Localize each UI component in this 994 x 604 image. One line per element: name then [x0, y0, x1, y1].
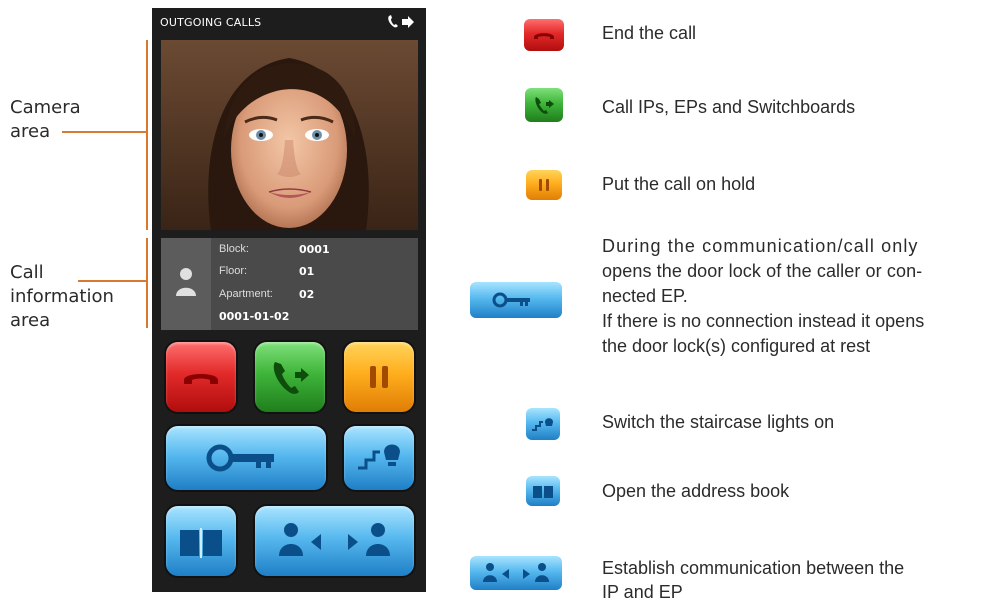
legend-connect-line-2: IP and EP: [602, 582, 683, 602]
call-info-bracket: [146, 238, 148, 328]
legend-door-lock-line-2: opens the door lock of the caller or con…: [602, 261, 923, 281]
camera-view: [161, 40, 418, 230]
legend-door-lock-line-1: During the communication/call only: [602, 236, 919, 256]
screen-header: OUTGOING CALLS: [152, 8, 426, 36]
legend-door-lock-line-4: If there is no connection instead it ope…: [602, 311, 925, 331]
legend-door-lock-text: During the communication/call only opens…: [602, 234, 994, 359]
block-value: 0001: [299, 243, 330, 256]
legend-door-lock-line-5: the door lock(s) configured at rest: [602, 336, 871, 356]
camera-area-bracket: [146, 40, 148, 230]
floor-value: 01: [299, 265, 315, 278]
hangup-icon: [184, 374, 218, 384]
book-icon: [180, 528, 222, 558]
block-label: Block:: [219, 243, 249, 255]
caller-video-icon: [161, 40, 418, 230]
intercom-screen: OUTGOING CALLS Block: 0001 Floor: 01 Apa…: [152, 8, 426, 592]
pause-icon: [370, 366, 388, 388]
hold-button[interactable]: [344, 342, 414, 412]
legend-book-icon: [526, 476, 560, 506]
legend-door-lock-line-3: nected EP.: [602, 286, 688, 306]
avatar: [161, 238, 211, 330]
person-icon: [176, 268, 196, 296]
legend-connect-line-1: Establish communication between the: [602, 558, 905, 578]
end-call-button[interactable]: [166, 342, 236, 412]
stairs-light-icon: [358, 444, 400, 470]
legend-hold-text: Put the call on hold: [602, 174, 756, 194]
legend-call-icon: [525, 88, 563, 122]
legend-connect-text: Establish communication between the IP a…: [602, 556, 904, 604]
legend-address-book-text: Open the address book: [602, 481, 790, 501]
address-book-button[interactable]: [166, 506, 236, 576]
legend-staircase-text: Switch the staircase lights on: [602, 412, 835, 432]
legend-end-call-icon: [524, 19, 564, 51]
call-info-panel: Block: 0001 Floor: 01 Apartment: 02 0001…: [161, 238, 418, 330]
connect-ip-ep-button[interactable]: [255, 506, 414, 576]
call-info-leader: [78, 280, 146, 282]
persons-connect-icon: [279, 523, 390, 556]
apartment-value: 02: [299, 288, 315, 301]
legend-key-icon: [470, 282, 562, 318]
call-button[interactable]: [255, 342, 325, 412]
legend-stairs-icon: [526, 408, 560, 440]
staircase-lights-button[interactable]: [344, 426, 414, 490]
camera-area-leader: [62, 131, 146, 133]
door-lock-button[interactable]: [166, 426, 326, 490]
outgoing-call-icon: [386, 14, 416, 30]
full-code: 0001-01-02: [219, 310, 290, 323]
legend-call-text: Call IPs, EPs and Switchboards: [602, 97, 856, 117]
apartment-label: Apartment:: [219, 288, 273, 300]
legend-end-call-text: End the call: [602, 23, 697, 43]
call-info-area-label: Call information area: [10, 262, 114, 331]
key-icon: [206, 444, 274, 472]
legend-connect-icon: [470, 556, 562, 590]
floor-label: Floor:: [219, 265, 248, 277]
legend-hold-icon: [526, 170, 562, 200]
call-icon: [273, 362, 309, 394]
screen-title: OUTGOING CALLS: [160, 16, 262, 29]
camera-area-label: Camera area: [10, 97, 81, 142]
